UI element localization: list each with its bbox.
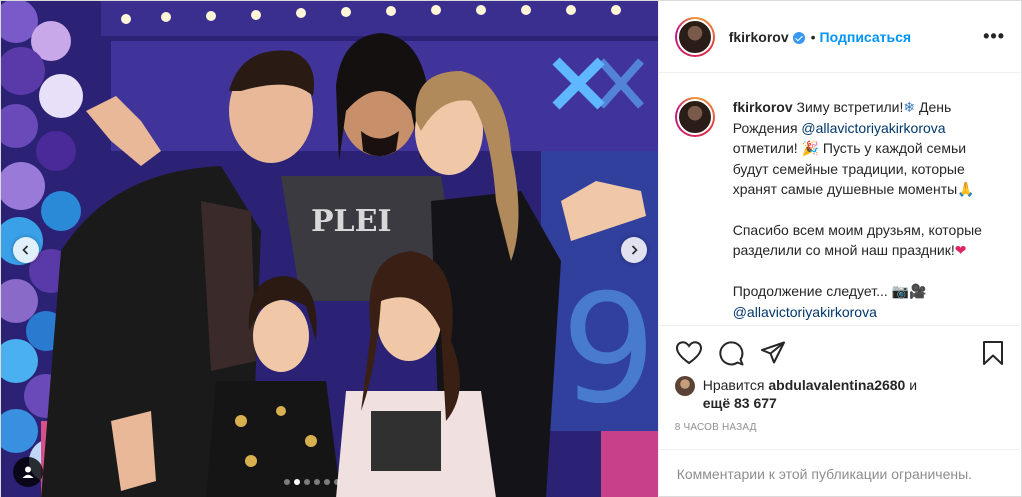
caption-line2: отметили! xyxy=(732,140,802,156)
likes-prefix: Нравится xyxy=(702,377,769,393)
liker-avatar[interactable] xyxy=(674,376,695,396)
carousel-indicator xyxy=(284,479,340,485)
user-tag-icon xyxy=(22,466,34,478)
caption-username[interactable]: fkirkorov xyxy=(733,99,793,115)
likes-summary: Нравится abdulavalentina2680 и ещё 83 67… xyxy=(674,376,1007,412)
mention-link-2[interactable]: @allavictoriyakirkorova xyxy=(733,304,877,320)
svg-text:9: 9 xyxy=(561,263,656,437)
chevron-left-icon xyxy=(22,245,29,255)
caption-text: fkirkorov Зиму встретили!❄ День Рождения… xyxy=(733,97,1003,325)
post-photo[interactable]: 9 PLEI xyxy=(1,1,658,497)
action-icons-row xyxy=(675,338,1007,368)
likes-and: и xyxy=(905,377,918,393)
carousel-dot xyxy=(304,479,310,485)
caption-line1: Зиму встретили! xyxy=(796,99,904,115)
bookmark-icon xyxy=(982,341,1003,365)
carousel-dot xyxy=(324,479,330,485)
heart-emoji-icon: ❤ xyxy=(954,243,967,259)
share-button[interactable] xyxy=(759,339,787,367)
post-caption: fkirkorov Зиму встретили!❄ День Рождения… xyxy=(659,73,1021,325)
next-photo-button[interactable] xyxy=(621,237,647,263)
caption-paragraph3: Продолжение следует... xyxy=(732,283,892,299)
paper-plane-icon xyxy=(760,341,785,364)
liker-username[interactable]: abdulavalentina2680 xyxy=(768,377,905,393)
post-actions: Нравится abdulavalentina2680 и ещё 83 67… xyxy=(658,325,1022,433)
comments-restricted-notice: Комментарии к этой публикации ограничены… xyxy=(658,449,1022,497)
post-side-panel: fkirkorov • Подписаться ••• fkirkorov Зи… xyxy=(657,1,1022,497)
comment-icon xyxy=(719,341,744,366)
header-separator: • xyxy=(810,28,816,45)
carousel-dot-active xyxy=(294,479,300,485)
verified-badge-icon xyxy=(792,31,805,44)
party-photo-illustration: 9 PLEI xyxy=(1,1,658,497)
author-avatar[interactable] xyxy=(674,16,715,57)
chevron-right-icon xyxy=(631,245,638,255)
save-button[interactable] xyxy=(979,339,1007,367)
follow-button[interactable]: Подписаться xyxy=(820,29,912,45)
more-options-icon[interactable]: ••• xyxy=(983,26,1005,47)
carousel-dot xyxy=(284,479,290,485)
carousel-dot xyxy=(314,479,320,485)
carousel-dot xyxy=(334,479,340,485)
author-username[interactable]: fkirkorov xyxy=(729,29,789,45)
camera-emoji-icon: 📷🎥 xyxy=(891,284,927,300)
likes-text: Нравится abdulavalentina2680 и ещё 83 67… xyxy=(703,376,917,412)
snowflake-emoji-icon: ❄ xyxy=(903,100,916,116)
likes-count[interactable]: ещё 83 677 xyxy=(703,395,777,411)
heart-icon xyxy=(675,341,702,365)
post-timestamp[interactable]: 8 часов назад xyxy=(675,422,1007,433)
like-button[interactable] xyxy=(675,339,703,367)
party-popper-emoji-icon: 🎉 xyxy=(801,141,819,157)
mention-link[interactable]: @allavictoriyakirkorova xyxy=(801,120,945,136)
caption-paragraph2: Спасибо всем моим друзьям, которые разде… xyxy=(732,222,982,258)
caption-avatar[interactable] xyxy=(674,97,715,137)
tagged-users-button[interactable] xyxy=(13,457,43,487)
svg-text:PLEI: PLEI xyxy=(311,204,392,239)
previous-photo-button[interactable] xyxy=(13,237,39,263)
post-header: fkirkorov • Подписаться ••• xyxy=(658,1,1021,73)
folded-hands-emoji-icon: 🙏 xyxy=(957,182,975,198)
comment-button[interactable] xyxy=(717,339,745,367)
instagram-post: 9 PLEI fkirkorov • Подписаться ••• fkirk… xyxy=(0,0,1022,497)
